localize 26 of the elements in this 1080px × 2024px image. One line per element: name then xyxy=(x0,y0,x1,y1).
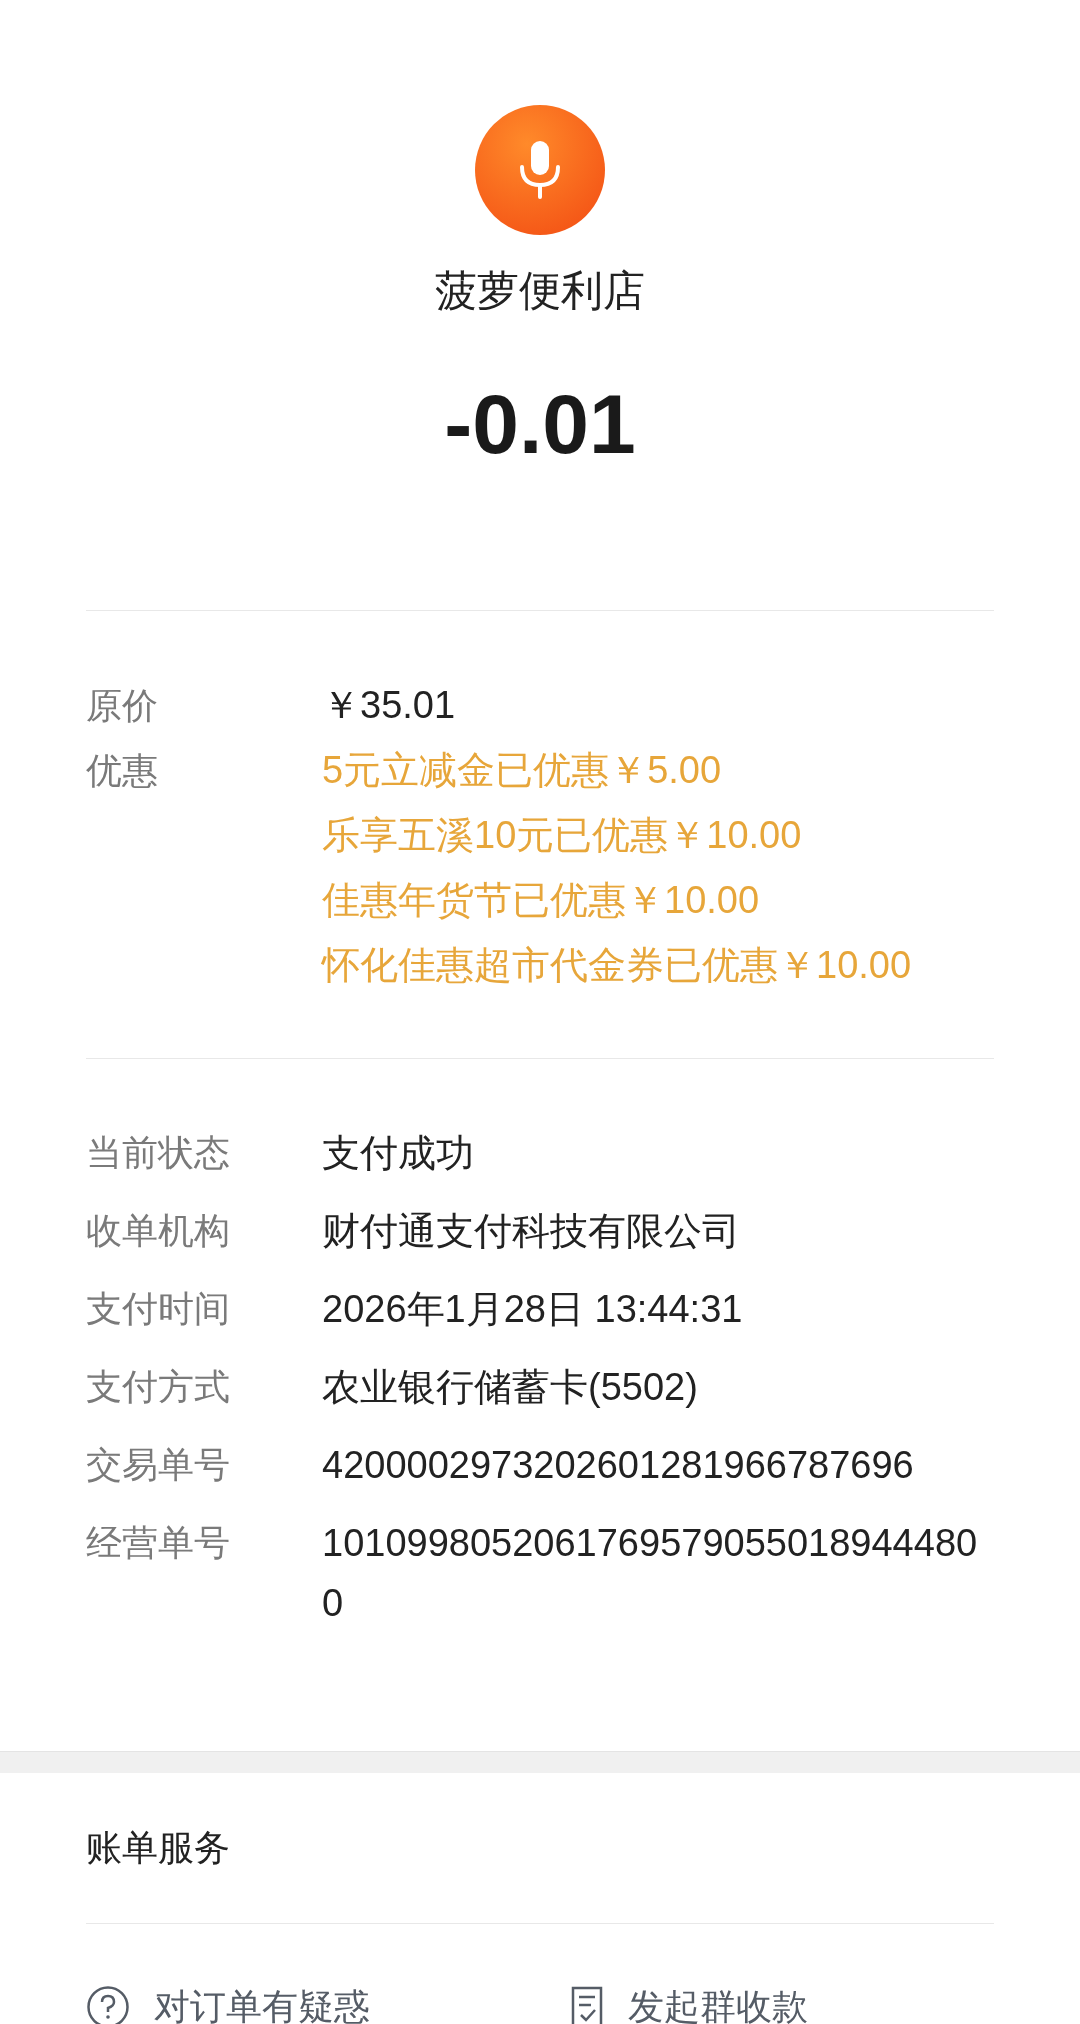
row-label: 收单机构 xyxy=(86,1209,231,1254)
discount-text: 乐享五溪10元已优惠￥10.00 xyxy=(322,813,803,859)
row-label: 交易单号 xyxy=(86,1443,231,1488)
row-value: 10109980520617695790550189444800 xyxy=(322,1521,979,1627)
row-value: 2026年1月28日 13:44:31 xyxy=(322,1287,744,1333)
discount-text: 怀化佳惠超市代金券已优惠￥10.00 xyxy=(322,943,913,989)
discount-text: 佳惠年货节已优惠￥10.00 xyxy=(322,878,761,924)
amount: -0.01 xyxy=(444,378,636,471)
row-label: 当前状态 xyxy=(86,1131,231,1176)
row-label: 原价 xyxy=(86,684,159,729)
row-value: 农业银行储蓄卡(5502) xyxy=(322,1365,699,1411)
price-value: ￥35.01 xyxy=(322,683,457,729)
row-label: 支付时间 xyxy=(86,1287,231,1332)
microphone-icon xyxy=(518,139,562,201)
merchant-name: 菠萝便利店 xyxy=(435,265,645,317)
checklist-icon xyxy=(570,1985,604,2024)
section-title: 账单服务 xyxy=(86,1826,231,1871)
action-link[interactable]: 对订单有疑惑 xyxy=(86,1980,570,2024)
row-value: 财付通支付科技有限公司 xyxy=(322,1209,741,1255)
row-label: 支付方式 xyxy=(86,1365,231,1410)
discount-text: 5元立减金已优惠￥5.00 xyxy=(322,748,723,794)
row-label: 优惠 xyxy=(86,749,159,794)
row-value: 支付成功 xyxy=(322,1131,475,1177)
row-label: 经营单号 xyxy=(86,1521,231,1566)
help-icon xyxy=(86,1985,130,2024)
row-value: 4200002973202601281966787696 xyxy=(322,1443,915,1489)
